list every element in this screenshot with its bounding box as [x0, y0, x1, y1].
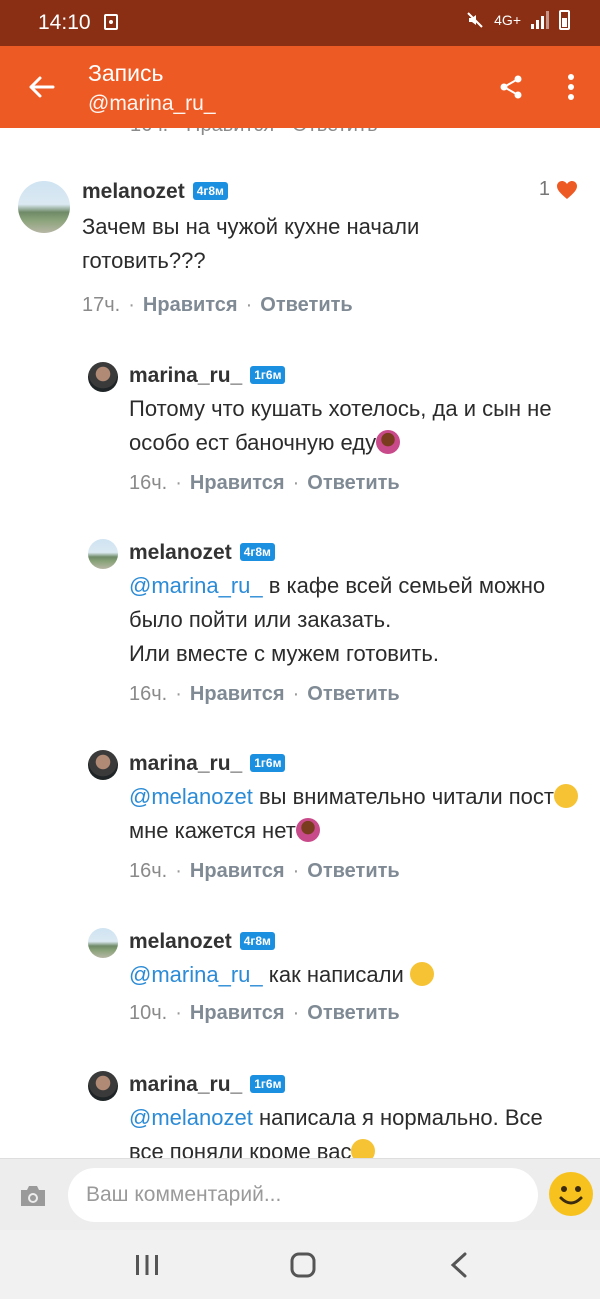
battery-icon	[559, 10, 570, 30]
comment-item: melanozet 4г8м 1 Зачем вы на чужой кухне …	[0, 172, 600, 332]
comment-meta: 10ч. · Нравится · Ответить	[129, 1002, 400, 1024]
thinking-emoji-icon	[553, 784, 578, 808]
comment-text-part: как написали	[262, 962, 410, 987]
username-text: melanozet	[129, 930, 232, 953]
avatar[interactable]	[18, 181, 70, 233]
like-button[interactable]: Нравится	[190, 860, 285, 882]
member-badge: 1г6м	[250, 366, 286, 384]
like-counter[interactable]: 1	[539, 178, 578, 201]
comment-username[interactable]: melanozet 4г8м	[129, 541, 275, 565]
cut-off-comment-meta: 16ч. · Нравится · Ответить	[130, 128, 378, 137]
avatar[interactable]	[88, 1071, 118, 1101]
comment-reply: melanozet 4г8м @marina_ru_ в кафе всей се…	[0, 533, 600, 713]
status-icons: 4G+	[466, 10, 570, 30]
comment-composer	[0, 1158, 600, 1231]
comment-username[interactable]: marina_ru_ 1г6м	[129, 364, 286, 388]
page-subtitle[interactable]: @marina_ru_	[88, 92, 216, 116]
avatar[interactable]	[88, 539, 118, 569]
network-type-icon: 4G+	[494, 12, 521, 28]
comment-meta: 17ч. · Нравится · Ответить	[82, 294, 353, 316]
like-button[interactable]: Нравится	[190, 683, 285, 705]
home-icon[interactable]	[290, 1252, 316, 1278]
status-bar: 14:10 4G+	[0, 0, 600, 46]
page-title: Запись	[88, 60, 164, 86]
comment-text: @marina_ru_ как написали	[129, 958, 589, 992]
reply-button[interactable]: Ответить	[307, 472, 399, 494]
member-badge: 1г6м	[250, 754, 286, 772]
comment-text-part: вы внимательно читали пост	[252, 784, 554, 809]
member-badge: 4г8м	[192, 182, 228, 200]
comment-text-part: Или вместе с мужем готовить.	[129, 641, 439, 666]
mention-link[interactable]: @melanozet	[129, 784, 253, 809]
back-nav-icon[interactable]	[450, 1252, 468, 1278]
comment-text-part: мне кажется нет	[129, 818, 296, 843]
reply-button[interactable]: Ответить	[260, 294, 352, 316]
shrug-emoji-icon	[376, 430, 401, 454]
avatar[interactable]	[88, 928, 118, 958]
comment-username[interactable]: marina_ru_ 1г6м	[129, 1073, 286, 1097]
member-badge: 1г6м	[250, 1075, 286, 1093]
comment-text-part: написала я нормально. Все	[252, 1105, 543, 1130]
reply-button[interactable]: Ответить	[307, 683, 399, 705]
comment-username[interactable]: melanozet 4г8м	[82, 180, 228, 204]
member-badge: 4г8м	[239, 543, 275, 561]
comment-time: 17ч.	[82, 294, 121, 316]
username-text: marina_ru_	[129, 1073, 243, 1096]
comment-text: @marina_ru_ в кафе всей семьей можно был…	[129, 569, 589, 671]
comment-input[interactable]	[68, 1168, 538, 1222]
comment-text-part: все поняли кроме вас	[129, 1139, 352, 1158]
comment-text: Зачем вы на чужой кухне начали готовить?…	[82, 214, 420, 273]
comment-reply: marina_ru_ 1г6м Потому что кушать хотелос…	[0, 356, 600, 506]
comments-feed[interactable]: 16ч. · Нравится · Ответить melanozet 4г8м…	[0, 128, 600, 1158]
comment-text: Потому что кушать хотелось, да и сын не …	[129, 392, 579, 460]
member-badge: 4г8м	[239, 932, 275, 950]
system-nav-bar	[0, 1230, 600, 1299]
recent-apps-icon[interactable]	[134, 1254, 160, 1276]
comment-reply: marina_ru_ 1г6м @melanozet написала я нор…	[0, 1065, 600, 1158]
reply-button[interactable]: Ответить	[307, 860, 399, 882]
avatar[interactable]	[88, 750, 118, 780]
comment-text: @melanozet написала я нормально. Все все…	[129, 1101, 589, 1158]
username-text: marina_ru_	[129, 752, 243, 775]
comment-time: 16ч.	[129, 472, 168, 494]
camera-icon[interactable]	[18, 1183, 48, 1209]
comment-meta: 16ч. · Нравится · Ответить	[129, 683, 400, 705]
status-time: 14:10	[38, 11, 91, 34]
rofl-emoji-icon	[351, 1139, 376, 1158]
reply-button[interactable]: Ответить	[307, 1002, 399, 1024]
share-icon[interactable]	[498, 74, 524, 100]
arrow-left-icon[interactable]	[26, 72, 56, 102]
like-button[interactable]: Нравится	[190, 1002, 285, 1024]
comment-reply: marina_ru_ 1г6м @melanozet вы внимательно…	[0, 744, 600, 894]
app-bar: Запись @marina_ru_	[0, 46, 600, 128]
mention-link[interactable]: @marina_ru_	[129, 962, 263, 987]
mute-icon	[467, 12, 483, 28]
comment-time: 16ч.	[129, 683, 168, 705]
mention-link[interactable]: @marina_ru_	[129, 573, 263, 598]
smile-icon[interactable]	[548, 1171, 594, 1217]
more-vertical-icon[interactable]	[560, 72, 582, 102]
comment-text-part: Потому что кушать хотелось, да и сын не …	[129, 396, 552, 455]
username-text: melanozet	[129, 541, 232, 564]
username-text: marina_ru_	[129, 364, 243, 387]
avatar[interactable]	[88, 362, 118, 392]
comment-meta: 16ч. · Нравится · Ответить	[129, 860, 400, 882]
comment-time: 10ч.	[129, 1002, 168, 1024]
sim-card-icon	[104, 14, 118, 30]
like-button[interactable]: Нравится	[143, 294, 238, 316]
heart-icon[interactable]	[556, 180, 578, 200]
comment-time: 16ч.	[129, 860, 168, 882]
like-count: 1	[538, 178, 550, 200]
signal-icon	[531, 11, 549, 29]
mention-link[interactable]: @melanozet	[129, 1105, 253, 1130]
username-text: melanozet	[82, 180, 185, 203]
shrug-emoji-icon	[295, 818, 320, 842]
comment-username[interactable]: melanozet 4г8м	[129, 930, 275, 954]
wink-emoji-icon	[409, 962, 434, 986]
like-button[interactable]: Нравится	[190, 472, 285, 494]
comment-reply: melanozet 4г8м @marina_ru_ как написали 1…	[0, 922, 600, 1037]
comment-meta: 16ч. · Нравится · Ответить	[129, 472, 400, 494]
comment-text: @melanozet вы внимательно читали пост мн…	[129, 780, 589, 848]
comment-username[interactable]: marina_ru_ 1г6м	[129, 752, 286, 776]
